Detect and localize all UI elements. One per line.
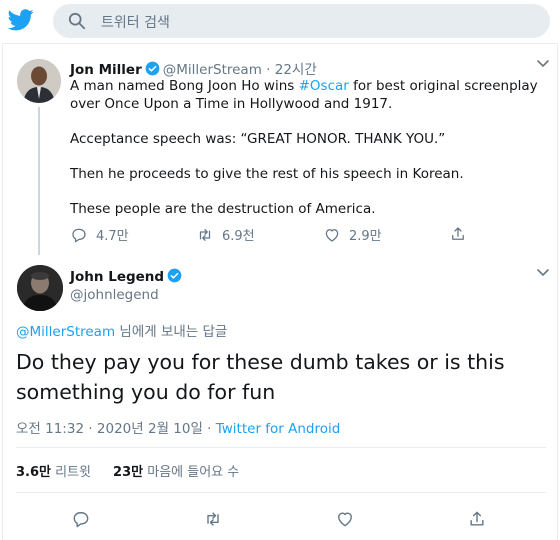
search-icon [68, 12, 86, 30]
twitter-bird-icon[interactable] [8, 9, 34, 31]
like-button[interactable]: 2.9만 [323, 225, 382, 244]
tweet1-author-name[interactable]: Jon Miller [70, 62, 142, 78]
reply-count: 4.7만 [96, 229, 129, 244]
tweet2-timestamp: 오전 11:32 · 2020년 2월 10일 · Twitter for An… [16, 417, 340, 437]
share-button[interactable] [449, 225, 475, 243]
retweet-button[interactable]: 6.9천 [196, 225, 255, 244]
tweet1-text: for best original screenplay [348, 78, 538, 94]
timestamp-text[interactable]: 오전 11:32 · 2020년 2월 10일 · [16, 421, 216, 437]
retweet-stat-label: 리트윗 [55, 465, 92, 480]
heart-icon[interactable] [335, 509, 355, 529]
engagement-stats: 3.6만 리트윗 23만 마음에 들어요 수 [16, 461, 239, 480]
search-placeholder[interactable]: 트위터 검색 [101, 12, 170, 32]
top-bar: 트위터 검색 [0, 0, 560, 43]
search-box[interactable]: 트위터 검색 [53, 4, 550, 38]
like-stat-count: 23만 [113, 465, 144, 480]
source-link[interactable]: Twitter for Android [216, 421, 341, 437]
share-icon[interactable] [467, 509, 487, 529]
tweet1-paragraph: These people are the destruction of Amer… [70, 201, 376, 217]
replying-to-label: 님에게 보내는 답글 [115, 324, 228, 340]
replying-to: @MillerStream 님에게 보내는 답글 [16, 320, 227, 340]
like-stat[interactable]: 23만 마음에 들어요 수 [113, 465, 239, 480]
chevron-down-icon[interactable] [536, 59, 550, 69]
tweet2-handle[interactable]: @johnlegend [70, 287, 159, 303]
tweet2-text: Do they pay you for these dumb takes or … [16, 350, 505, 404]
tweet-card: Jon Miller @MillerStream · 22시간 A man nam… [2, 43, 558, 540]
retweet-icon[interactable] [203, 509, 223, 529]
divider [16, 447, 546, 448]
retweet-stat-count: 3.6만 [16, 465, 51, 480]
chevron-down-icon[interactable] [536, 268, 550, 278]
heart-icon [325, 228, 339, 242]
avatar-jon-miller[interactable] [17, 59, 61, 103]
thread-line [38, 107, 40, 255]
divider [16, 492, 546, 493]
retweet-count: 6.9천 [222, 229, 255, 244]
tweet1-header: Jon Miller @MillerStream · 22시간 [70, 58, 317, 78]
reply-icon [72, 228, 86, 242]
retweet-stat[interactable]: 3.6만 리트윗 [16, 465, 91, 480]
retweet-icon [199, 228, 211, 241]
hashtag-link[interactable]: #Oscar [299, 78, 349, 94]
mention-link[interactable]: @MillerStream [16, 324, 115, 340]
tweet1-paragraph: Acceptance speech was: “GREAT HONOR. THA… [70, 131, 446, 147]
tweet1-body: A man named Bong Joon Ho wins #Oscar for… [70, 77, 540, 235]
tweet1-paragraph: Then he proceeds to give the rest of his… [70, 166, 464, 182]
avatar-john-legend[interactable] [17, 265, 63, 311]
share-icon [452, 227, 464, 240]
tweet2-author-name[interactable]: John Legend [70, 268, 185, 285]
like-count: 2.9만 [349, 229, 382, 244]
tweet1-handle[interactable]: @MillerStream [163, 62, 262, 78]
reply-button[interactable]: 4.7만 [70, 225, 129, 244]
tweet1-text: A man named Bong Joon Ho wins [70, 78, 299, 94]
verified-badge-icon [167, 268, 182, 283]
tweet1-time[interactable]: · 22시간 [266, 62, 317, 78]
verified-badge-icon [145, 61, 160, 76]
author-name-text[interactable]: John Legend [70, 269, 164, 285]
like-stat-label: 마음에 들어요 수 [147, 465, 240, 480]
reply-icon[interactable] [71, 509, 91, 529]
tweet1-text: over Once Upon a Time in Hollywood and 1… [70, 96, 393, 112]
